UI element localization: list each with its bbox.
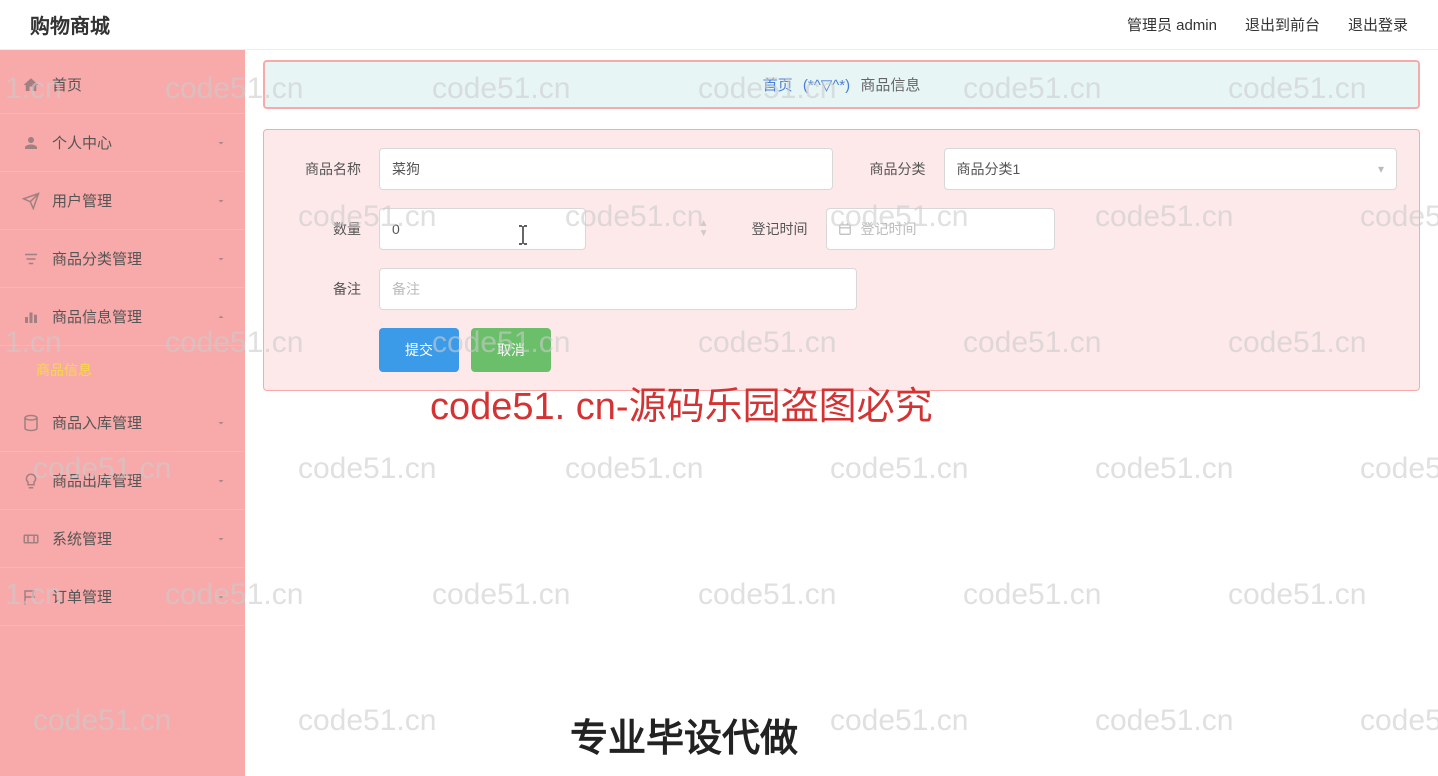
submit-button[interactable]: 提交 xyxy=(379,328,459,372)
exit-front-button[interactable]: 退出到前台 xyxy=(1245,14,1320,35)
category-label: 商品分类 xyxy=(851,159,926,179)
breadcrumb: 首页 (*^▽^*) 商品信息 xyxy=(263,60,1420,109)
stepper-down-icon[interactable]: ▼ xyxy=(699,229,709,239)
sidebar-item-label: 订单管理 xyxy=(52,586,112,607)
chevron-down-icon xyxy=(215,137,227,149)
chevron-down-icon xyxy=(215,533,227,545)
user-icon xyxy=(22,134,40,152)
ticket-icon xyxy=(22,530,40,548)
brand-title: 购物商城 xyxy=(30,10,110,39)
bar-chart-icon xyxy=(22,308,40,326)
category-select[interactable]: 商品分类1 ▾ xyxy=(944,148,1398,190)
cancel-button[interactable]: 取消 xyxy=(471,328,551,372)
sidebar-item-label: 首页 xyxy=(52,74,82,95)
logout-button[interactable]: 退出登录 xyxy=(1348,14,1408,35)
header: 购物商城 管理员 admin 退出到前台 退出登录 xyxy=(0,0,1438,50)
number-stepper[interactable]: ▲ ▼ xyxy=(699,219,709,239)
user-label[interactable]: 管理员 admin xyxy=(1127,14,1217,35)
sidebar-item-stock-out-mgmt[interactable]: 商品出库管理 xyxy=(0,452,245,510)
sidebar-subitem-product-info[interactable]: 商品信息 xyxy=(0,346,245,394)
sidebar-item-label: 系统管理 xyxy=(52,528,112,549)
product-name-label: 商品名称 xyxy=(286,159,361,179)
bulb-icon xyxy=(22,472,40,490)
chevron-up-icon xyxy=(215,311,227,323)
sidebar: 首页 个人中心 用户管理 商品分类管理 xyxy=(0,50,245,776)
sidebar-item-label: 商品入库管理 xyxy=(52,412,142,433)
sidebar-item-label: 商品信息管理 xyxy=(52,306,142,327)
product-name-input[interactable] xyxy=(379,148,833,190)
sidebar-item-stock-in-mgmt[interactable]: 商品入库管理 xyxy=(0,394,245,452)
time-label: 登记时间 xyxy=(733,219,808,239)
header-right: 管理员 admin 退出到前台 退出登录 xyxy=(1127,14,1408,35)
remark-label: 备注 xyxy=(286,279,361,299)
sidebar-item-label: 商品出库管理 xyxy=(52,470,142,491)
category-value: 商品分类1 xyxy=(957,159,1021,179)
breadcrumb-home[interactable]: 首页 xyxy=(763,77,793,94)
sidebar-item-home[interactable]: 首页 xyxy=(0,56,245,114)
home-icon xyxy=(22,76,40,94)
database-icon xyxy=(22,414,40,432)
sidebar-item-label: 用户管理 xyxy=(52,190,112,211)
time-input[interactable] xyxy=(826,208,1055,250)
sidebar-item-label: 个人中心 xyxy=(52,132,112,153)
chevron-down-icon xyxy=(215,475,227,487)
remark-input[interactable] xyxy=(379,268,857,310)
sidebar-item-system-mgmt[interactable]: 系统管理 xyxy=(0,510,245,568)
sidebar-item-profile[interactable]: 个人中心 xyxy=(0,114,245,172)
sidebar-item-order-mgmt[interactable]: 订单管理 xyxy=(0,568,245,626)
qty-input[interactable] xyxy=(379,208,586,250)
main-content: 首页 (*^▽^*) 商品信息 商品名称 商品分类 商品分类1 ▾ 数量 xyxy=(245,50,1438,776)
chevron-down-icon: ▾ xyxy=(1378,162,1384,176)
chevron-down-icon xyxy=(215,417,227,429)
sidebar-item-product-info-mgmt[interactable]: 商品信息管理 xyxy=(0,288,245,346)
chevron-down-icon xyxy=(215,591,227,603)
filter-icon xyxy=(22,250,40,268)
sidebar-item-category-mgmt[interactable]: 商品分类管理 xyxy=(0,230,245,288)
calendar-icon xyxy=(838,222,852,236)
sidebar-item-label: 商品分类管理 xyxy=(52,248,142,269)
chevron-down-icon xyxy=(215,195,227,207)
form-panel: 商品名称 商品分类 商品分类1 ▾ 数量 ▲ ▼ 登记时间 xyxy=(263,129,1420,391)
send-icon xyxy=(22,192,40,210)
sidebar-item-user-mgmt[interactable]: 用户管理 xyxy=(0,172,245,230)
flag-icon xyxy=(22,588,40,606)
chevron-down-icon xyxy=(215,253,227,265)
breadcrumb-separator: (*^▽^*) xyxy=(803,77,850,94)
qty-label: 数量 xyxy=(286,219,361,239)
breadcrumb-current: 商品信息 xyxy=(860,77,920,94)
